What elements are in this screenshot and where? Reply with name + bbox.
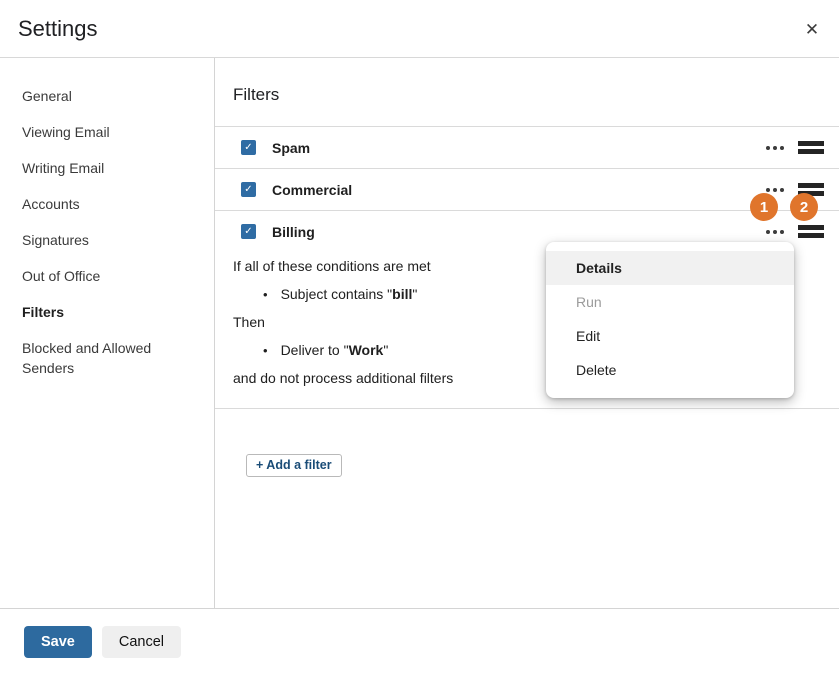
sidebar-item-filters[interactable]: Filters [22,302,170,322]
dialog-header: Settings ✕ [0,0,839,58]
more-options-icon[interactable] [766,140,784,156]
commercial-checkbox[interactable]: ✓ [241,182,256,197]
menu-item-edit[interactable]: Edit [546,319,794,353]
filter-name: Spam [272,140,310,156]
more-options-icon[interactable] [766,224,784,240]
filter-row-spam: ✓ Spam [215,127,839,169]
add-filter-button[interactable]: + Add a filter [246,454,342,477]
drag-handle-icon[interactable] [798,221,824,242]
sidebar-item-out-of-office[interactable]: Out of Office [22,266,170,286]
filter-context-menu: Details Run Edit Delete [546,242,794,398]
save-button[interactable]: Save [24,626,92,658]
close-icon[interactable]: ✕ [799,17,825,43]
annotation-badge-1: 1 [750,193,778,221]
condition-text: Subject contains "bill" [281,286,418,302]
sidebar-item-viewing-email[interactable]: Viewing Email [22,122,170,142]
dialog-footer: Save Cancel [0,608,839,675]
filter-name: Billing [272,224,315,240]
menu-item-delete[interactable]: Delete [546,353,794,387]
filter-row-commercial: ✓ Commercial [215,169,839,211]
annotation-badge-2: 2 [790,193,818,221]
sidebar-item-accounts[interactable]: Accounts [22,194,170,214]
bullet-icon: • [263,287,268,302]
cancel-button[interactable]: Cancel [102,626,181,658]
drag-handle-icon[interactable] [798,137,824,158]
spam-checkbox[interactable]: ✓ [241,140,256,155]
page-title: Settings [18,16,98,42]
sidebar-item-writing-email[interactable]: Writing Email [22,158,170,178]
sidebar-item-signatures[interactable]: Signatures [22,230,170,250]
settings-sidebar: General Viewing Email Writing Email Acco… [0,58,215,608]
filter-list: ✓ Spam ✓ Commercial ✓ Billing [215,126,839,252]
sidebar-item-blocked-senders[interactable]: Blocked and Allowed Senders [22,338,170,378]
action-text: Deliver to "Work" [281,342,389,358]
filter-name: Commercial [272,182,352,198]
menu-item-details[interactable]: Details [546,251,794,285]
section-divider [215,408,839,409]
sidebar-item-general[interactable]: General [22,86,170,106]
filters-heading: Filters [233,85,839,105]
menu-item-run: Run [546,285,794,319]
billing-checkbox[interactable]: ✓ [241,224,256,239]
bullet-icon: • [263,343,268,358]
